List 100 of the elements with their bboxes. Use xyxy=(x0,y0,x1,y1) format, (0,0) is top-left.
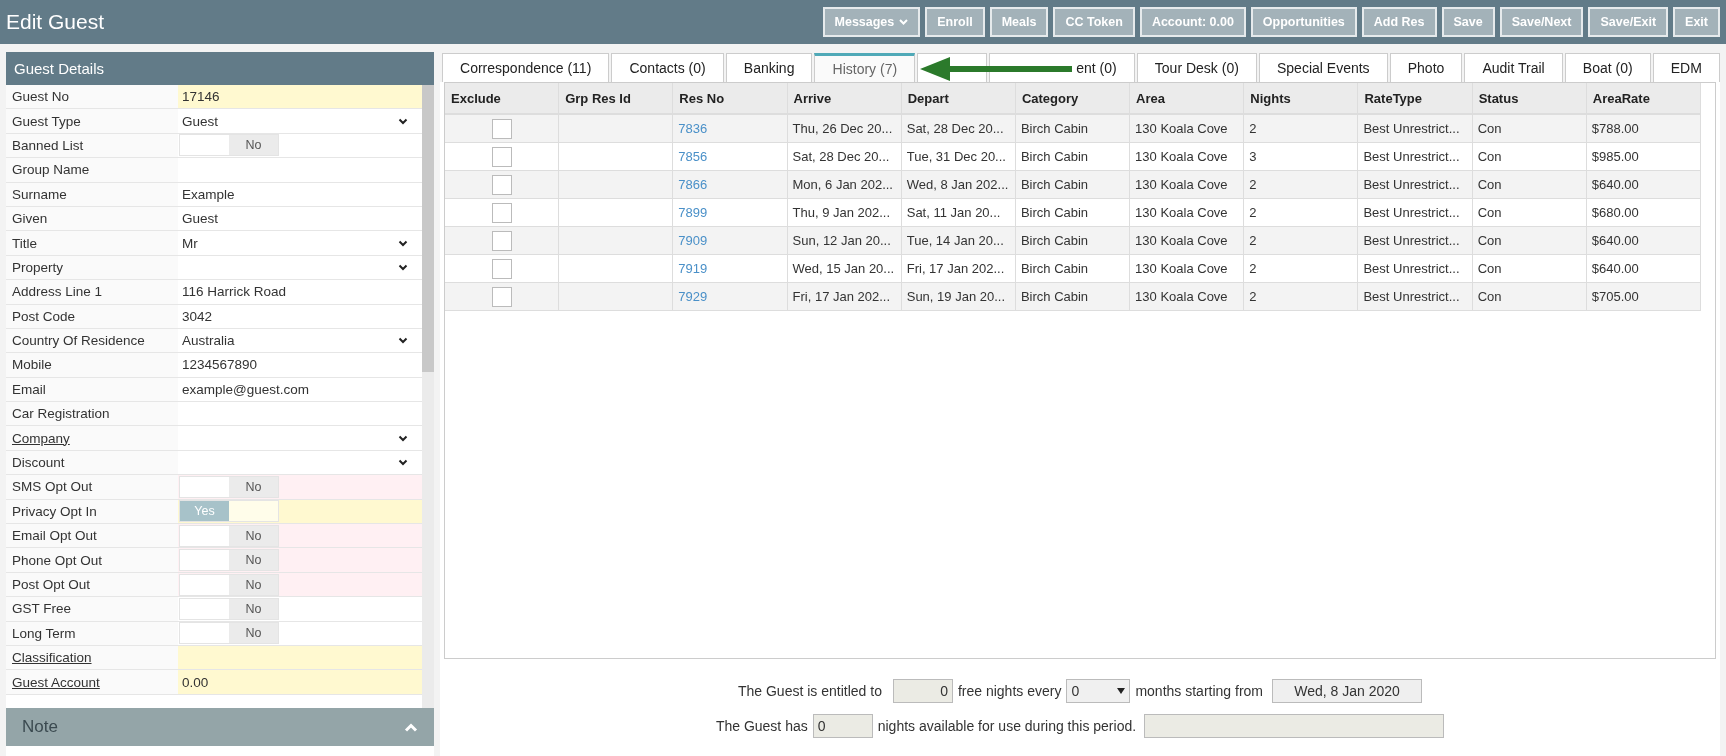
table-cell: 130 Koala Cove xyxy=(1135,121,1228,136)
table-cell: Tue, 31 Dec 20... xyxy=(906,149,1006,164)
table-cell: Sat, 28 Dec 20... xyxy=(906,121,1004,136)
field-label: Car Registration xyxy=(6,402,178,426)
entitlement-text: The Guest has xyxy=(715,718,808,734)
column-header[interactable]: Res No xyxy=(673,83,788,113)
table-cell: 130 Koala Cove xyxy=(1135,205,1228,220)
table-cell: 3 xyxy=(1249,149,1257,164)
table-cell: 130 Koala Cove xyxy=(1135,289,1228,304)
input-field[interactable]: 0.00 xyxy=(178,670,422,694)
field-label: Address Line 1 xyxy=(6,280,178,304)
chevron-down-icon xyxy=(398,117,408,125)
tab[interactable]: Photo xyxy=(1389,53,1463,82)
tab[interactable]: Special Events xyxy=(1258,53,1388,82)
column-header[interactable]: Status xyxy=(1472,83,1587,113)
table-cell: Con xyxy=(1477,121,1502,136)
table-cell: Con xyxy=(1477,233,1502,248)
table-cell: Birch Cabin xyxy=(1020,261,1089,276)
entitlement-text: The Guest is entitled to xyxy=(737,683,882,699)
table-cell: Tue, 14 Jan 20... xyxy=(906,233,1004,248)
column-header[interactable]: Exclude xyxy=(445,83,560,113)
tab[interactable]: Tour Desk (0) xyxy=(1136,53,1257,82)
field-label: Discount xyxy=(6,450,178,475)
entitlement-text: free nights every xyxy=(957,683,1062,699)
column-header[interactable]: Depart xyxy=(901,83,1016,113)
column-header[interactable]: Grp Res Id xyxy=(559,83,674,113)
table-cell: 130 Koala Cove xyxy=(1135,177,1228,192)
reservation-link[interactable]: 7919 xyxy=(678,261,708,276)
reservation-link[interactable]: 7899 xyxy=(678,205,708,220)
table-cell: Birch Cabin xyxy=(1020,233,1089,248)
table-cell: 2 xyxy=(1249,233,1257,248)
tab[interactable]: EDM xyxy=(1652,53,1720,82)
checkbox[interactable] xyxy=(491,118,512,139)
field-label: Surname xyxy=(6,182,178,206)
field-label: Email Opt Out xyxy=(6,524,178,548)
free-nights-field[interactable]: 0 xyxy=(892,679,953,703)
tab[interactable]: Audit Trail xyxy=(1464,53,1563,82)
field-label: Privacy Opt In xyxy=(6,499,178,524)
field-label: Guest Type xyxy=(6,109,178,133)
table-cell: $680.00 xyxy=(1591,205,1639,220)
field-link[interactable]: Classification xyxy=(6,646,178,670)
checkbox[interactable] xyxy=(491,174,512,195)
table-cell: Best Unrestrict... xyxy=(1363,233,1460,248)
table-cell: $640.00 xyxy=(1591,233,1639,248)
column-header[interactable]: Category xyxy=(1015,83,1131,113)
tab[interactable]: Correspondence (11) xyxy=(442,53,610,82)
tab[interactable]: Banking xyxy=(725,53,813,82)
field-label: Country Of Residence xyxy=(6,328,178,353)
panel-header: Guest Details xyxy=(6,52,434,85)
scrollbar[interactable] xyxy=(422,85,434,708)
checkbox[interactable] xyxy=(491,230,512,251)
checkbox[interactable] xyxy=(491,286,512,307)
toggle-switch[interactable]: No xyxy=(179,573,279,596)
column-header[interactable]: RateType xyxy=(1358,83,1473,113)
toggle-switch[interactable]: No xyxy=(179,134,279,157)
column-header[interactable]: Nights xyxy=(1244,83,1359,113)
tab[interactable]: History (7) xyxy=(814,53,916,82)
column-header[interactable]: AreaRate xyxy=(1586,83,1701,113)
field-label: Banned List xyxy=(6,133,178,158)
table-cell: Best Unrestrict... xyxy=(1363,121,1460,136)
field-label: Long Term xyxy=(6,621,178,645)
toggle-switch[interactable]: No xyxy=(179,549,279,572)
toggle-switch[interactable]: No xyxy=(179,475,279,498)
period-field[interactable] xyxy=(1144,714,1445,738)
input-field[interactable]: 17146 xyxy=(178,85,422,109)
toggle-switch[interactable]: No xyxy=(179,622,279,645)
column-header[interactable]: Arrive xyxy=(787,83,902,113)
field-link[interactable]: Company xyxy=(6,426,178,450)
table-cell: Best Unrestrict... xyxy=(1363,289,1460,304)
input-field[interactable] xyxy=(178,646,422,670)
reservation-link[interactable]: 7856 xyxy=(678,149,708,164)
start-date-field[interactable]: Wed, 8 Jan 2020 xyxy=(1272,679,1423,703)
window-title: Edit Guest xyxy=(6,10,105,34)
available-nights-field[interactable]: 0 xyxy=(812,714,873,738)
toggle-switch[interactable]: No xyxy=(179,524,279,547)
note-header[interactable]: Note xyxy=(6,708,434,746)
table-cell: Con xyxy=(1477,289,1502,304)
toggle-switch[interactable]: No xyxy=(179,597,279,620)
table-cell: $705.00 xyxy=(1591,289,1639,304)
field-label: Mobile xyxy=(6,353,178,377)
table-cell: Best Unrestrict... xyxy=(1363,205,1460,220)
tab[interactable]: Contacts (0) xyxy=(611,53,724,82)
table-cell: $640.00 xyxy=(1591,261,1639,276)
field-label: Property xyxy=(6,255,178,280)
caret-icon xyxy=(899,19,909,25)
table-cell: Wed, 15 Jan 20... xyxy=(792,261,895,276)
tab[interactable]: Boat (0) xyxy=(1564,53,1651,82)
checkbox[interactable] xyxy=(491,202,512,223)
table-cell: Birch Cabin xyxy=(1020,289,1089,304)
months-select[interactable]: 0 xyxy=(1066,679,1131,703)
table-cell: $640.00 xyxy=(1591,177,1639,192)
checkbox[interactable] xyxy=(491,146,512,167)
field-label: SMS Opt Out xyxy=(6,475,178,499)
table-cell: Con xyxy=(1477,205,1502,220)
table-cell: $788.00 xyxy=(1591,121,1639,136)
checkbox[interactable] xyxy=(491,258,512,279)
table-cell: 2 xyxy=(1249,177,1257,192)
column-header[interactable]: Area xyxy=(1130,83,1245,113)
chevron-down-icon xyxy=(398,263,408,271)
field-link[interactable]: Guest Account xyxy=(6,670,178,694)
